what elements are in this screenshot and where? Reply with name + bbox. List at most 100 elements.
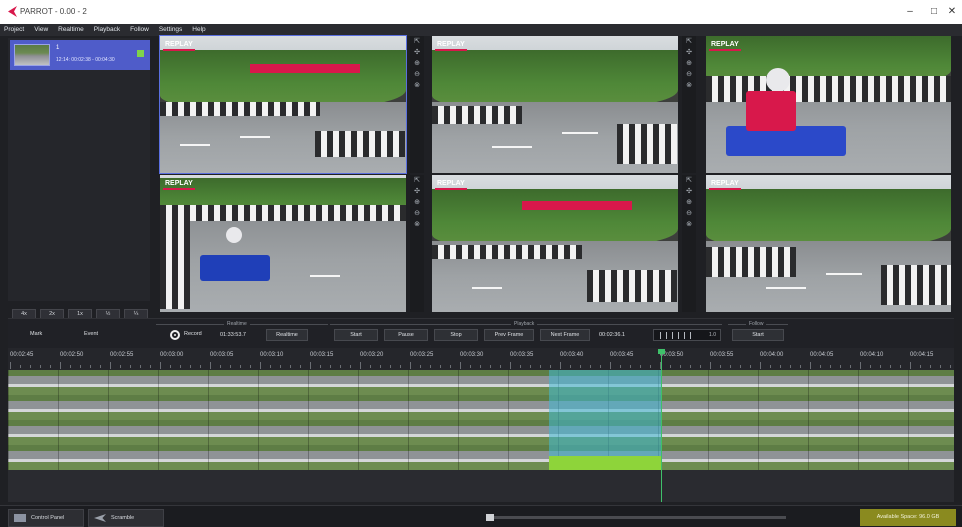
scrollbar-thumb[interactable] <box>486 514 494 521</box>
timeline-selection[interactable] <box>549 370 661 456</box>
zoom-in-icon[interactable]: ⊕ <box>682 197 696 208</box>
timeline-tick-label: 00:03:35 <box>510 352 534 358</box>
export-icon[interactable]: ⇱ <box>410 175 424 186</box>
timeline-tick-mark <box>240 365 241 368</box>
zoom-in-icon[interactable]: ⊕ <box>410 58 424 69</box>
realtime-button[interactable]: Realtime <box>266 329 308 341</box>
fit-icon[interactable]: ✣ <box>410 47 424 58</box>
menu-playback[interactable]: Playback <box>90 24 124 36</box>
timeline-tick-mark <box>330 365 331 368</box>
timeline-tick-label: 00:03:40 <box>560 352 584 358</box>
timeline-selection-marker[interactable] <box>549 456 661 470</box>
playhead[interactable] <box>661 350 662 502</box>
playback-timecode: 00:02:36.1 <box>599 332 625 338</box>
timeline-thumbnail-track[interactable] <box>8 370 954 470</box>
zoom-out-icon[interactable]: ⊖ <box>682 69 696 80</box>
export-icon[interactable]: ⇱ <box>682 175 696 186</box>
timeline-tick-mark <box>890 365 891 368</box>
stop-button[interactable]: Stop <box>434 329 478 341</box>
timeline-tick-mark <box>870 365 871 368</box>
tab-mark[interactable]: Mark <box>30 331 42 337</box>
next-frame-button[interactable]: Next Frame <box>540 329 590 341</box>
zoom-in-icon[interactable]: ⊕ <box>682 58 696 69</box>
timeline-tick-mark <box>260 362 261 369</box>
follow-group-label: Follow <box>746 321 767 327</box>
pause-button[interactable]: Pause <box>384 329 428 341</box>
clip-list-item[interactable]: 1 12:14: 00:02:38 - 00:04:30 <box>10 40 150 70</box>
timeline-tick-mark <box>450 365 451 368</box>
menu-realtime[interactable]: Realtime <box>54 24 88 36</box>
tab-control-panel[interactable]: Control Panel <box>8 509 84 527</box>
reset-zoom-icon[interactable]: ⊗ <box>682 219 696 230</box>
timeline-tick-mark <box>670 365 671 368</box>
timeline-tick-mark <box>70 365 71 368</box>
replay-feed-1[interactable]: REPLAY <box>159 35 407 174</box>
bottom-status-bar: Control Panel Scramble Available Space: … <box>0 505 962 527</box>
tab-event[interactable]: Event <box>84 331 98 337</box>
menu-follow[interactable]: Follow <box>126 24 153 36</box>
minimize-button[interactable]: – <box>898 4 922 20</box>
zoom-out-icon[interactable]: ⊖ <box>682 208 696 219</box>
timeline-tick-label: 00:02:45 <box>10 352 34 358</box>
export-icon[interactable]: ⇱ <box>410 36 424 47</box>
timeline-tick-mark <box>520 365 521 368</box>
timeline-tick-mark <box>250 365 251 368</box>
timeline-tick-mark <box>370 365 371 368</box>
timeline-tick-mark <box>700 365 701 368</box>
replay-feed-5[interactable]: REPLAY <box>432 175 678 312</box>
zoom-in-icon[interactable]: ⊕ <box>410 197 424 208</box>
zoom-out-icon[interactable]: ⊖ <box>410 69 424 80</box>
replay-label: REPLAY <box>435 40 467 51</box>
fit-icon[interactable]: ✣ <box>682 47 696 58</box>
prev-frame-button[interactable]: Prev Frame <box>484 329 534 341</box>
timeline-tick-label: 00:03:20 <box>360 352 384 358</box>
timeline-tick-mark <box>510 362 511 369</box>
menu-view[interactable]: View <box>30 24 52 36</box>
timeline-ruler[interactable]: 00:02:45 00:02:50 00:02:55 00:03:00 00:03:05… <box>8 348 954 370</box>
timeline-tick-mark <box>50 365 51 368</box>
zoom-out-icon[interactable]: ⊖ <box>410 208 424 219</box>
follow-start-button[interactable]: Start <box>732 329 784 341</box>
timeline-tick-mark <box>420 365 421 368</box>
timeline-empty-track[interactable] <box>8 470 954 502</box>
timeline-tick-mark <box>210 362 211 369</box>
menu-project[interactable]: Project <box>0 24 28 36</box>
timeline-tick-mark <box>640 365 641 368</box>
timeline-tick-label: 00:04:15 <box>910 352 934 358</box>
reset-zoom-icon[interactable]: ⊗ <box>410 219 424 230</box>
start-button[interactable]: Start <box>334 329 378 341</box>
record-button[interactable]: Record <box>184 331 202 337</box>
replay-feed-6[interactable]: REPLAY <box>706 175 951 312</box>
timeline-scrollbar[interactable] <box>486 514 786 521</box>
replay-feed-4[interactable]: REPLAY <box>160 175 406 312</box>
close-button[interactable]: ✕ <box>940 4 962 20</box>
control-panel-icon <box>14 514 26 522</box>
timeline-tick-mark <box>740 365 741 368</box>
timeline-tick-mark <box>120 365 121 368</box>
menu-help[interactable]: Help <box>188 24 209 36</box>
replay-feed-2[interactable]: REPLAY <box>432 36 678 173</box>
export-icon[interactable]: ⇱ <box>682 36 696 47</box>
speed-meter[interactable]: 1.0 <box>653 329 721 341</box>
timeline-tick-mark <box>610 362 611 369</box>
tab-control-panel-label: Control Panel <box>31 515 65 521</box>
timeline-tick-mark <box>720 365 721 368</box>
timeline-tick-mark <box>950 365 951 368</box>
timeline-tick-mark <box>460 362 461 369</box>
replay-label: REPLAY <box>435 179 467 190</box>
timeline-tick-label: 00:03:00 <box>160 352 184 358</box>
reset-zoom-icon[interactable]: ⊗ <box>410 80 424 91</box>
timeline-tick-mark <box>930 365 931 368</box>
fit-icon[interactable]: ✣ <box>682 186 696 197</box>
timeline-tick-mark <box>600 365 601 368</box>
timeline-tick-mark <box>20 365 21 368</box>
timeline-tick-mark <box>820 365 821 368</box>
replay-feed-3[interactable]: REPLAY <box>706 36 951 173</box>
menu-settings[interactable]: Settings <box>155 24 187 36</box>
speed-value: 1.0 <box>709 332 716 338</box>
fit-icon[interactable]: ✣ <box>410 186 424 197</box>
timeline-tick-mark <box>770 365 771 368</box>
reset-zoom-icon[interactable]: ⊗ <box>682 80 696 91</box>
tab-scramble[interactable]: Scramble <box>88 509 164 527</box>
record-icon[interactable] <box>170 330 180 340</box>
